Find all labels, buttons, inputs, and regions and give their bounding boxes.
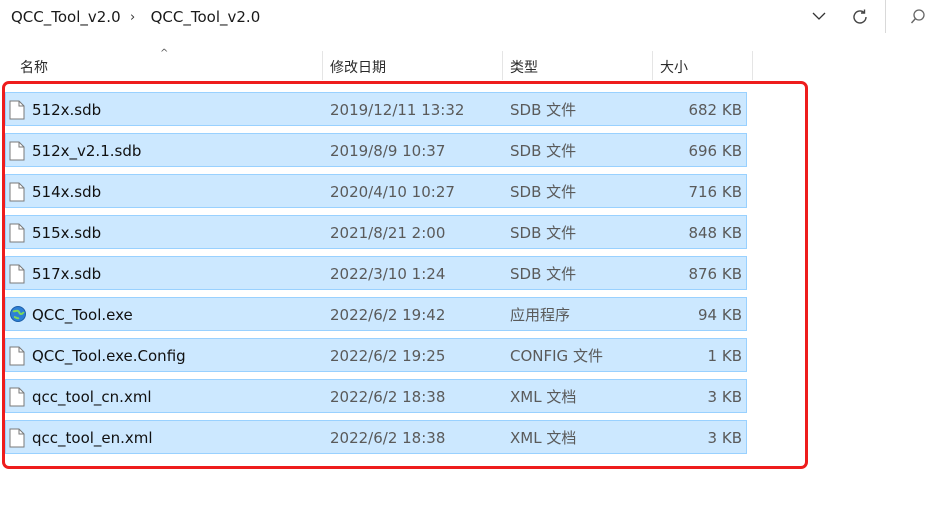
file-icon — [9, 223, 25, 243]
file-type: SDB 文件 — [510, 142, 577, 160]
file-icon — [9, 428, 25, 448]
column-header-date[interactable]: 修改日期 — [323, 51, 503, 80]
file-row[interactable]: qcc_tool_cn.xml 2022/6/2 18:38 XML 文档 3 KB — [5, 379, 747, 413]
application-icon — [9, 305, 26, 325]
chevron-down-icon — [812, 12, 826, 20]
file-name: QCC_Tool.exe — [32, 306, 133, 324]
address-bar: QCC_Tool_v2.0 › QCC_Tool_v2.0 — [0, 0, 946, 34]
file-name: QCC_Tool.exe.Config — [32, 347, 186, 365]
refresh-button[interactable] — [845, 0, 875, 33]
file-size: 696 KB — [688, 142, 742, 160]
file-row[interactable]: qcc_tool_en.xml 2022/6/2 18:38 XML 文档 3 KB — [5, 420, 747, 454]
file-size: 682 KB — [688, 101, 742, 119]
column-header-date-label: 修改日期 — [330, 60, 386, 76]
file-name: qcc_tool_en.xml — [32, 429, 153, 447]
file-name: 512x_v2.1.sdb — [32, 142, 142, 160]
file-icon — [9, 182, 25, 202]
file-date: 2022/6/2 18:38 — [330, 388, 446, 406]
file-type: SDB 文件 — [510, 224, 577, 242]
column-header-size[interactable]: 大小 — [653, 51, 753, 80]
file-name: 517x.sdb — [32, 265, 102, 283]
file-type: XML 文档 — [510, 388, 577, 406]
breadcrumb-item-parent[interactable]: QCC_Tool_v2.0 — [0, 8, 126, 26]
file-date: 2022/6/2 19:42 — [330, 306, 446, 324]
file-icon — [9, 100, 25, 120]
file-date: 2019/12/11 13:32 — [330, 101, 465, 119]
file-row[interactable]: 515x.sdb 2021/8/21 2:00 SDB 文件 848 KB — [5, 215, 747, 249]
file-size: 3 KB — [707, 429, 742, 447]
column-header-type[interactable]: 类型 — [503, 51, 653, 80]
file-date: 2019/8/9 10:37 — [330, 142, 446, 160]
address-dropdown-button[interactable] — [805, 0, 833, 33]
file-row[interactable]: 514x.sdb 2020/4/10 10:27 SDB 文件 716 KB — [5, 174, 747, 208]
file-size: 3 KB — [707, 388, 742, 406]
file-icon — [9, 346, 25, 366]
file-type: SDB 文件 — [510, 101, 577, 119]
file-type: 应用程序 — [510, 306, 571, 324]
file-date: 2021/8/21 2:00 — [330, 224, 446, 242]
breadcrumb-item-current[interactable]: QCC_Tool_v2.0 — [140, 8, 266, 26]
file-size: 1 KB — [707, 347, 742, 365]
file-date: 2022/6/2 19:25 — [330, 347, 446, 365]
file-size: 94 KB — [698, 306, 742, 324]
file-size: 716 KB — [688, 183, 742, 201]
file-row[interactable]: 517x.sdb 2022/3/10 1:24 SDB 文件 876 KB — [5, 256, 747, 290]
file-name: 512x.sdb — [32, 101, 102, 119]
file-type: XML 文档 — [510, 429, 577, 447]
file-name: 514x.sdb — [32, 183, 102, 201]
column-header-name[interactable]: 名称 — [13, 51, 323, 80]
file-row[interactable]: 512x.sdb 2019/12/11 13:32 SDB 文件 682 KB — [5, 92, 747, 126]
file-date: 2022/3/10 1:24 — [330, 265, 446, 283]
column-header-type-label: 类型 — [510, 60, 538, 76]
file-icon — [9, 141, 25, 161]
file-icon — [9, 264, 25, 284]
file-size: 848 KB — [688, 224, 742, 242]
file-icon — [9, 387, 25, 407]
search-input[interactable] — [885, 0, 946, 33]
file-type: CONFIG 文件 — [510, 347, 603, 365]
search-icon — [910, 9, 925, 24]
column-header-name-label: 名称 — [20, 60, 48, 76]
refresh-icon — [853, 9, 867, 24]
file-name: qcc_tool_cn.xml — [32, 388, 152, 406]
breadcrumb-separator: › — [130, 9, 136, 25]
file-type: SDB 文件 — [510, 183, 577, 201]
file-date: 2020/4/10 10:27 — [330, 183, 455, 201]
file-date: 2022/6/2 18:38 — [330, 429, 446, 447]
file-size: 876 KB — [688, 265, 742, 283]
column-header-bar: ^ 名称 修改日期 类型 大小 — [0, 49, 946, 80]
file-name: 515x.sdb — [32, 224, 102, 242]
file-row[interactable]: 512x_v2.1.sdb 2019/8/9 10:37 SDB 文件 696 KB — [5, 133, 747, 167]
column-header-size-label: 大小 — [660, 60, 688, 76]
breadcrumb[interactable]: QCC_Tool_v2.0 › QCC_Tool_v2.0 — [0, 0, 793, 34]
file-row[interactable]: QCC_Tool.exe.Config 2022/6/2 19:25 CONFIG … — [5, 338, 747, 372]
file-type: SDB 文件 — [510, 265, 577, 283]
file-row[interactable]: QCC_Tool.exe 2022/6/2 19:42 应用程序 94 KB — [5, 297, 747, 331]
